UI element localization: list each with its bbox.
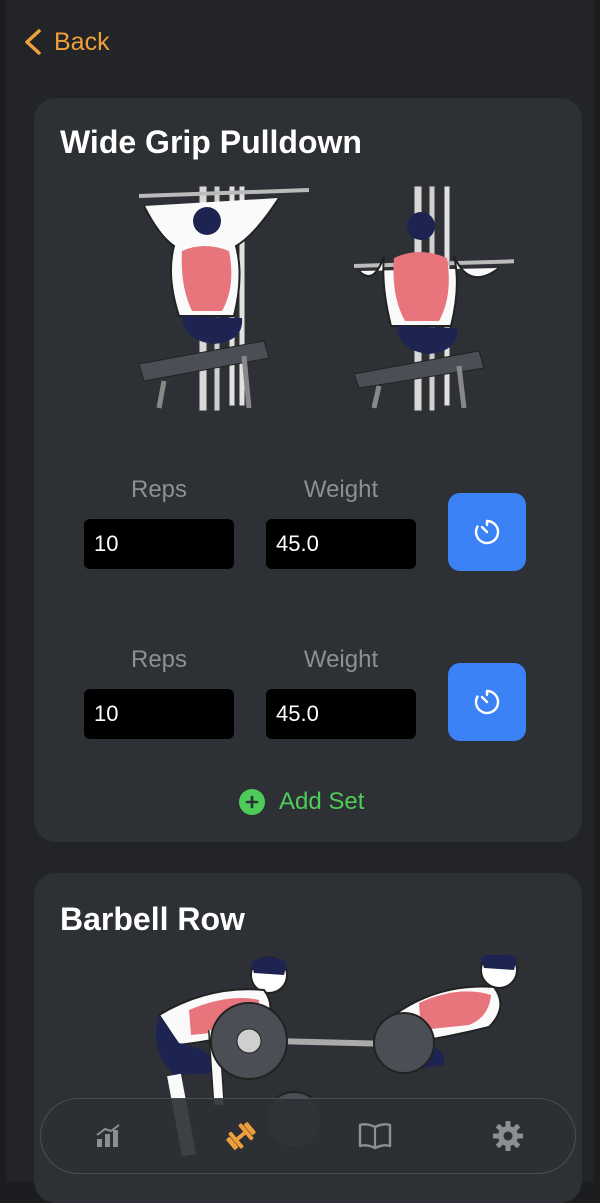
exercise-title: Wide Grip Pulldown — [60, 124, 362, 160]
rest-timer-button[interactable] — [448, 663, 526, 741]
reps-input[interactable]: 10 — [84, 519, 234, 569]
dumbbell-icon — [226, 1122, 256, 1150]
tab-library[interactable] — [345, 1106, 405, 1166]
exercise-title: Barbell Row — [60, 901, 245, 937]
pulldown-illustration — [138, 185, 514, 412]
weight-input[interactable]: 45.0 — [266, 519, 416, 569]
timer-icon — [474, 519, 500, 545]
weight-label: Weight — [303, 646, 379, 673]
screen: Back Wide Grip Pulldown Reps Weight 10 4… — [6, 0, 594, 1203]
back-button[interactable]: Back — [22, 22, 110, 62]
weight-label: Weight — [303, 476, 379, 503]
set-row: Reps Weight 10 45.0 — [34, 470, 582, 580]
tab-settings[interactable] — [478, 1106, 538, 1166]
tab-bar — [40, 1098, 576, 1174]
add-set-button[interactable]: Add Set — [239, 788, 364, 816]
back-label: Back — [54, 27, 110, 56]
plus-circle-icon — [239, 789, 265, 815]
reps-label: Reps — [130, 646, 188, 673]
chart-icon — [96, 1124, 120, 1147]
chevron-left-icon — [25, 29, 41, 55]
rest-timer-button[interactable] — [448, 493, 526, 571]
reps-input[interactable]: 10 — [84, 689, 234, 739]
gear-icon — [493, 1121, 524, 1151]
exercise-card-wide-grip-pulldown: Wide Grip Pulldown Reps Weight 10 45.0 R… — [34, 98, 582, 842]
tab-progress[interactable] — [78, 1106, 138, 1166]
timer-icon — [474, 689, 500, 715]
tab-workout[interactable] — [211, 1106, 271, 1166]
reps-label: Reps — [130, 476, 188, 503]
set-row: Reps Weight 10 45.0 — [34, 640, 582, 750]
weight-input[interactable]: 45.0 — [266, 689, 416, 739]
add-set-label: Add Set — [279, 788, 365, 815]
book-icon — [358, 1123, 391, 1150]
